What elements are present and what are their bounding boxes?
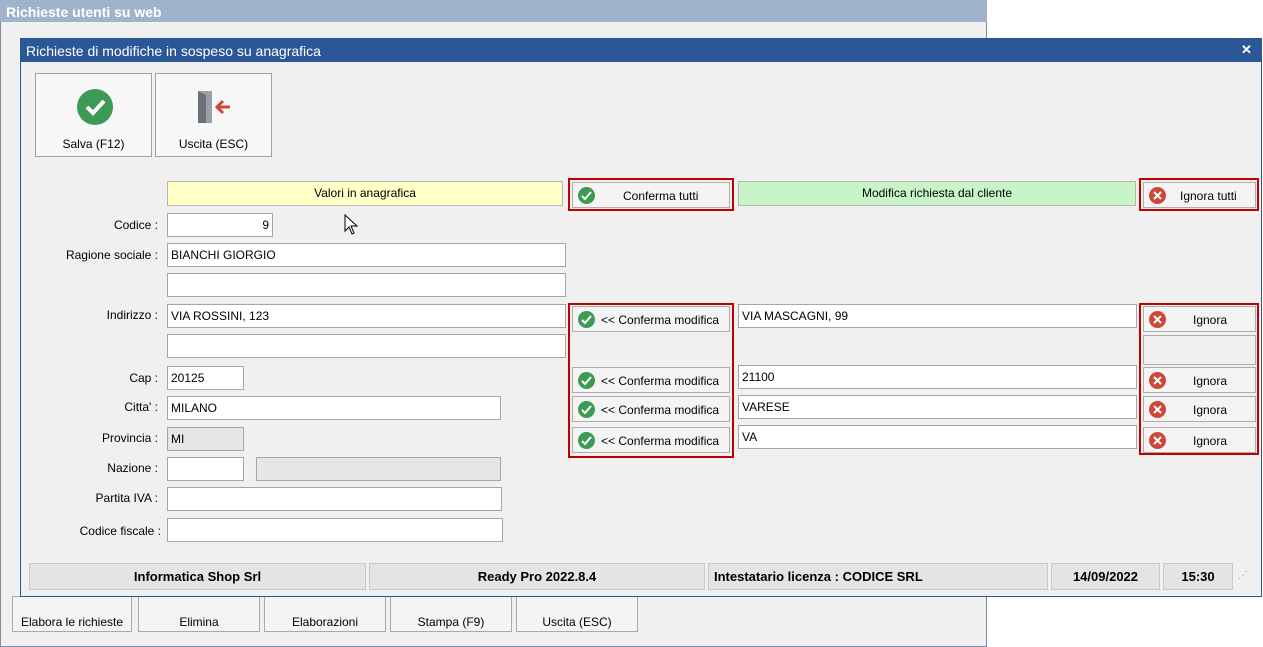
cancel-circle-icon (1149, 311, 1166, 328)
ignore-all-label: Ignora tutti (1180, 189, 1237, 203)
status-date: 14/09/2022 (1051, 563, 1160, 590)
ragione-sociale-field[interactable]: BIANCHI GIORGIO (167, 243, 566, 267)
ignore-cap-button[interactable]: Ignora (1143, 367, 1256, 393)
partita-iva-label: Partita IVA : (95, 491, 158, 505)
requested-provincia-field[interactable]: VA (738, 425, 1137, 449)
indirizzo-2-field[interactable] (167, 334, 566, 358)
confirm-all-button[interactable]: Conferma tutti (572, 182, 730, 208)
check-circle-icon (578, 372, 595, 389)
exit-label: Uscita (ESC) (178, 137, 249, 151)
status-license: Intestatario licenza : CODICE SRL (708, 563, 1048, 590)
elabora-richieste-button[interactable]: Elabora le richieste (12, 596, 132, 632)
nazione-field[interactable] (167, 457, 244, 481)
dialog-close-icon[interactable]: ✕ (1241, 42, 1252, 58)
cancel-circle-icon (1149, 372, 1166, 389)
ignore-all-button[interactable]: Ignora tutti (1143, 182, 1256, 208)
requested-values-header: Modifica richiesta dal cliente (738, 181, 1136, 206)
confirm-label: << Conferma modifica (601, 434, 720, 448)
cancel-circle-icon (1149, 401, 1166, 418)
cancel-circle-icon (1149, 187, 1166, 204)
check-circle-icon (578, 187, 595, 204)
confirm-indirizzo-button[interactable]: << Conferma modifica (572, 306, 730, 332)
confirm-all-label: Conferma tutti (623, 189, 699, 203)
requested-citta-field[interactable]: VARESE (738, 395, 1137, 419)
confirm-label: << Conferma modifica (601, 403, 720, 417)
ignore-label: Ignora (1193, 434, 1228, 448)
cancel-circle-icon (1149, 432, 1166, 449)
ignore-indirizzo-button[interactable]: Ignora (1143, 306, 1256, 332)
checkmark-icon (77, 89, 113, 125)
dialog-title: Richieste di modifiche in sospeso su ana… (20, 38, 1262, 62)
ragione-label: Ragione sociale : (65, 248, 158, 262)
partita-iva-field[interactable] (167, 487, 502, 511)
ignore-provincia-button[interactable]: Ignora (1143, 427, 1256, 453)
ignore-empty-slot (1143, 335, 1256, 365)
save-label: Salva (F12) (62, 137, 125, 151)
elimina-button[interactable]: Elimina (138, 596, 260, 632)
save-button[interactable]: Salva (F12) (35, 73, 152, 157)
indirizzo-label: Indirizzo : (106, 308, 158, 322)
codice-field[interactable]: 9 (167, 213, 273, 237)
check-circle-icon (578, 311, 595, 328)
mouse-cursor-icon (344, 213, 360, 236)
status-time: 15:30 (1163, 563, 1233, 590)
ignore-citta-button[interactable]: Ignora (1143, 396, 1256, 422)
status-version: Ready Pro 2022.8.4 (369, 563, 705, 590)
confirm-label: << Conferma modifica (601, 313, 720, 327)
current-values-header: Valori in anagrafica (167, 181, 563, 206)
nazione-label: Nazione : (107, 461, 158, 475)
check-circle-icon (578, 401, 595, 418)
codice-fiscale-label: Codice fiscale : (79, 524, 161, 538)
requested-indirizzo-field[interactable]: VIA MASCAGNI, 99 (738, 304, 1137, 328)
requested-cap-field[interactable]: 21100 (738, 365, 1137, 389)
ragione-sociale-2-field[interactable] (167, 273, 566, 297)
background-close-icon[interactable]: ✕ (1241, 2, 1253, 19)
status-company: Informatica Shop Srl (29, 563, 366, 590)
cap-label: Cap : (129, 371, 158, 385)
codice-label: Codice : (113, 218, 158, 232)
citta-label: Citta' : (124, 400, 158, 414)
ignore-label: Ignora (1193, 403, 1228, 417)
provincia-label: Provincia : (101, 431, 158, 445)
background-window-title: Richieste utenti su web (0, 0, 987, 22)
elaborazioni-button[interactable]: Elaborazioni (264, 596, 386, 632)
confirm-provincia-button[interactable]: << Conferma modifica (572, 427, 730, 453)
cap-field[interactable]: 20125 (167, 366, 244, 390)
bg-uscita-button[interactable]: Uscita (ESC) (516, 596, 638, 632)
resize-grip-icon[interactable]: ⋰ (1238, 570, 1248, 581)
indirizzo-field[interactable]: VIA ROSSINI, 123 (167, 304, 566, 328)
ignore-label: Ignora (1193, 313, 1228, 327)
confirm-cap-button[interactable]: << Conferma modifica (572, 367, 730, 393)
exit-button[interactable]: Uscita (ESC) (155, 73, 272, 157)
ignore-label: Ignora (1193, 374, 1228, 388)
provincia-field[interactable]: MI (167, 427, 244, 451)
check-circle-icon (578, 432, 595, 449)
codice-fiscale-field[interactable] (167, 518, 503, 542)
stampa-button[interactable]: Stampa (F9) (390, 596, 512, 632)
confirm-label: << Conferma modifica (601, 374, 720, 388)
citta-field[interactable]: MILANO (167, 396, 501, 420)
nazione-description-field (256, 457, 501, 481)
exit-door-icon (194, 88, 234, 126)
confirm-citta-button[interactable]: << Conferma modifica (572, 396, 730, 422)
